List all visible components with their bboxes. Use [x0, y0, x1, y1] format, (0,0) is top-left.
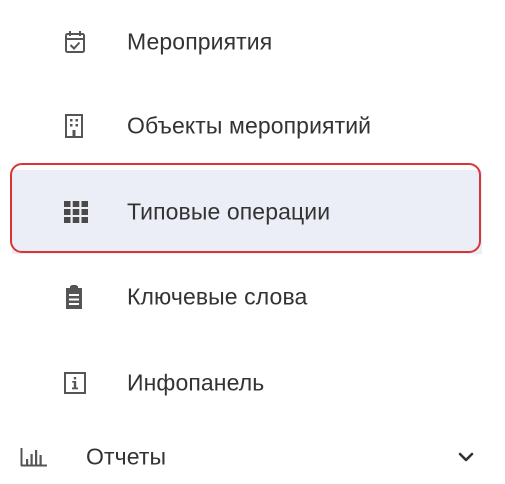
- grid-icon: [64, 201, 88, 223]
- menu-item-events[interactable]: Мероприятия: [0, 0, 505, 84]
- menu-item-label: Мероприятия: [127, 28, 273, 55]
- menu-item-keywords[interactable]: Ключевые слова: [0, 255, 505, 339]
- menu-item-infopanel[interactable]: Инфопанель: [0, 341, 505, 425]
- menu-item-label: Ключевые слова: [127, 283, 308, 310]
- calendar-check-icon: [65, 31, 85, 53]
- menu-item-label: Объекты мероприятий: [127, 112, 372, 139]
- building-icon: [65, 114, 83, 138]
- menu-item-event-objects[interactable]: Объекты мероприятий: [0, 84, 505, 168]
- info-icon: [64, 372, 86, 394]
- clipboard-icon: [66, 285, 82, 309]
- menu-item-label: Типовые операции: [127, 198, 331, 225]
- menu-item-typical-operations[interactable]: Типовые операции: [0, 170, 505, 254]
- sidebar-menu: Мероприятия Объекты мероприятий Типовые …: [0, 0, 505, 484]
- bar-chart-icon: [20, 448, 47, 467]
- menu-group-reports[interactable]: Отчеты: [0, 430, 505, 484]
- menu-item-label: Инфопанель: [127, 369, 265, 396]
- menu-group-label: Отчеты: [86, 443, 167, 470]
- chevron-down-icon[interactable]: [458, 452, 474, 462]
